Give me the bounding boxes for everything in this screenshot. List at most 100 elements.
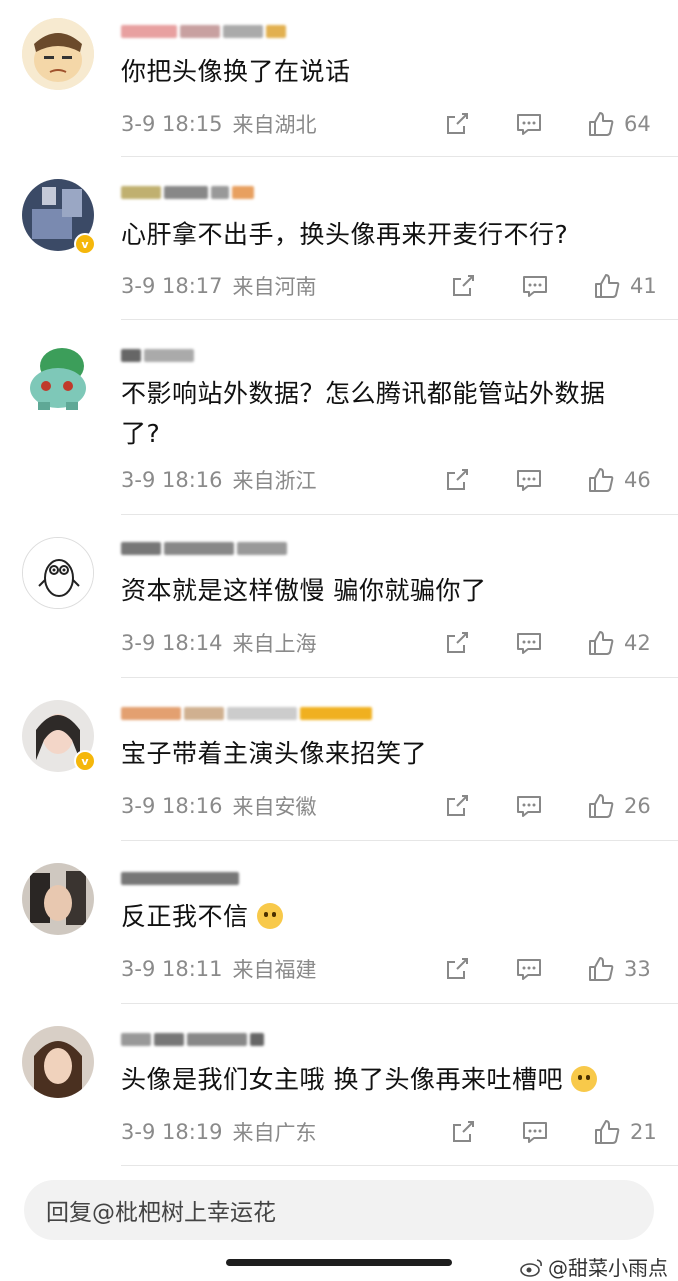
avatar[interactable] [22, 18, 94, 90]
avatar[interactable] [22, 537, 94, 609]
avatar[interactable] [22, 1026, 94, 1098]
comment-text: 你把头像换了在说话 [121, 57, 351, 86]
like-button[interactable]: 42 [586, 625, 651, 661]
username-blurred[interactable] [121, 20, 286, 42]
comment-item: 不影响站外数据？怎么腾讯都能管站外数据了? 3-9 18:16 来自浙江 46 [0, 320, 678, 515]
comment-text: 宝子带着主演头像来招笑了 [121, 739, 428, 768]
reply-button[interactable] [514, 462, 544, 498]
comment-item: v 宝子带着主演头像来招笑了 3-9 18:16 来自安徽 26 [0, 678, 678, 841]
comment-location: 来自福建 [232, 958, 317, 982]
comment-meta: 3-9 18:16 来自浙江 [121, 464, 317, 496]
comment-text: 心肝拿不出手，换头像再来开麦行不行? [121, 220, 569, 249]
comment-item: 头像是我们女主哦 换了头像再来吐槽吧 3-9 18:19 来自广东 21 [0, 1004, 678, 1166]
comment-meta: 3-9 18:19 来自广东 [121, 1116, 317, 1148]
like-count: 33 [624, 957, 651, 981]
reply-button[interactable] [514, 625, 544, 661]
home-indicator[interactable] [226, 1259, 452, 1266]
like-button[interactable]: 41 [592, 268, 657, 304]
comment-icon [517, 959, 541, 980]
comment-time: 3-9 18:15 [121, 112, 223, 136]
like-button[interactable]: 21 [592, 1114, 657, 1150]
comment-actions: 21 [440, 1114, 660, 1150]
comment-location: 来自湖北 [232, 113, 317, 137]
comment-location: 来自河南 [232, 275, 317, 299]
comment-icon [523, 276, 547, 297]
share-button[interactable] [442, 788, 472, 824]
like-count: 26 [624, 794, 651, 818]
thumbs-up-icon [589, 468, 614, 492]
comment-location: 来自安徽 [232, 795, 317, 819]
like-button[interactable]: 26 [586, 788, 651, 824]
share-button[interactable] [448, 268, 478, 304]
share-button[interactable] [442, 951, 472, 987]
comment-time: 3-9 18:19 [121, 1120, 223, 1144]
comment-meta: 3-9 18:15 来自湖北 [121, 108, 317, 140]
avatar-penguin-icon [23, 538, 93, 608]
thumbs-up-icon [595, 274, 620, 298]
like-button[interactable]: 33 [586, 951, 651, 987]
like-count: 46 [624, 468, 651, 492]
username-blurred[interactable] [121, 344, 194, 366]
share-button[interactable] [442, 625, 472, 661]
watermark-text: @甜菜小雨点 [548, 1256, 668, 1280]
like-button[interactable]: 64 [586, 106, 651, 142]
share-icon [447, 113, 468, 134]
comment-time: 3-9 18:14 [121, 631, 223, 655]
doge-emoji-icon [256, 903, 283, 929]
divider [121, 1165, 678, 1166]
comment-icon [517, 470, 541, 491]
comment-text-body: 反正我不信 [121, 902, 249, 931]
comment-actions: 33 [440, 951, 660, 987]
username-blurred[interactable] [121, 181, 254, 203]
avatar-bulbasaur-icon [22, 342, 94, 414]
comment-meta: 3-9 18:17 来自河南 [121, 270, 317, 302]
reply-button[interactable] [520, 268, 550, 304]
share-button[interactable] [442, 462, 472, 498]
comment-item: 反正我不信 3-9 18:11 来自福建 33 [0, 841, 678, 1004]
comment-actions: 64 [440, 106, 660, 142]
avatar-photo-icon [22, 1026, 94, 1098]
avatar[interactable] [22, 342, 94, 414]
comment-text: 反正我不信 [121, 897, 638, 937]
avatar[interactable] [22, 863, 94, 935]
share-icon [447, 469, 468, 490]
comment-actions: 41 [440, 268, 660, 304]
share-icon [447, 958, 468, 979]
username-blurred[interactable] [121, 867, 239, 889]
share-icon [453, 275, 474, 296]
reply-button[interactable] [514, 106, 544, 142]
thumbs-up-icon [589, 957, 614, 981]
verified-badge-icon: v [74, 750, 96, 772]
username-blurred[interactable] [121, 537, 287, 559]
reply-input[interactable]: 回复@枇杷树上幸运花 [24, 1180, 654, 1240]
thumbs-up-icon [589, 631, 614, 655]
comment-actions: 42 [440, 625, 660, 661]
share-icon [447, 632, 468, 653]
like-count: 42 [624, 631, 651, 655]
comment-text-body: 头像是我们女主哦 换了头像再来吐槽吧 [121, 1065, 563, 1094]
reply-button[interactable] [520, 1114, 550, 1150]
share-button[interactable] [442, 106, 472, 142]
comment-actions: 46 [440, 462, 660, 498]
comment-icon [517, 114, 541, 135]
share-button[interactable] [448, 1114, 478, 1150]
reply-button[interactable] [514, 788, 544, 824]
thumbs-up-icon [589, 112, 614, 136]
comment-icon [517, 633, 541, 654]
reply-button[interactable] [514, 951, 544, 987]
weibo-logo-icon [520, 1258, 542, 1277]
like-button[interactable]: 46 [586, 462, 651, 498]
comment-time: 3-9 18:11 [121, 957, 223, 981]
comment-meta: 3-9 18:14 来自上海 [121, 627, 317, 659]
comment-text: 头像是我们女主哦 换了头像再来吐槽吧 [121, 1060, 638, 1100]
username-blurred[interactable] [121, 1028, 264, 1050]
comment-item: 你把头像换了在说话 3-9 18:15 来自湖北 64 [0, 0, 678, 157]
verified-badge-icon: v [74, 233, 96, 255]
avatar-cartoon-icon [22, 18, 94, 90]
thumbs-up-icon [595, 1120, 620, 1144]
comment-item: 资本就是这样傲慢 骗你就骗你了 3-9 18:14 来自上海 42 [0, 515, 678, 678]
username-blurred[interactable] [121, 702, 372, 724]
comment-item: v 心肝拿不出手，换头像再来开麦行不行? 3-9 18:17 来自河南 41 [0, 157, 678, 320]
reply-placeholder: 回复@枇杷树上幸运花 [46, 1200, 276, 1226]
comment-location: 来自浙江 [232, 469, 317, 493]
